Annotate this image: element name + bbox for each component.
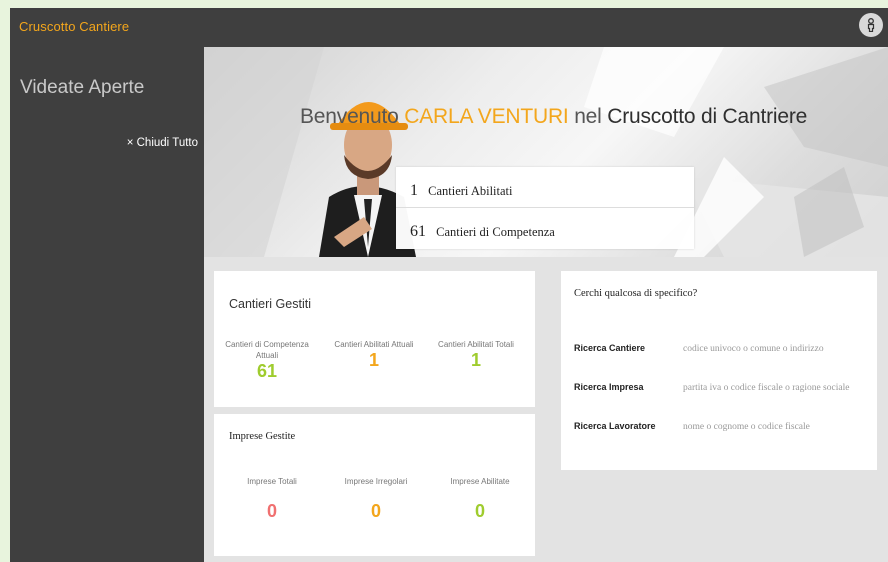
metric-value: 0	[266, 501, 277, 521]
search-worker-input[interactable]	[683, 418, 863, 436]
top-bar: Cruscotto Cantiere	[10, 8, 888, 47]
card-title: Imprese Gestite	[229, 431, 296, 442]
stat-row-enabled-sites[interactable]: 1 Cantieri Abilitati	[396, 182, 694, 200]
welcome-prefix: Benvenuto	[300, 105, 399, 128]
welcome-heading: Benvenuto CARLA VENTURI nel Cruscotto di…	[300, 105, 807, 129]
divider	[396, 207, 694, 208]
welcome-banner: Benvenuto CARLA VENTURI nel Cruscotto di…	[204, 47, 888, 257]
search-row-company: Ricerca Impresa	[574, 379, 874, 397]
user-name: CARLA VENTURI	[404, 105, 569, 128]
sidebar: Videate Aperte × Chiudi Tutto	[10, 47, 204, 562]
dashboard-panels: Cantieri Gestiti Cantieri di Competenza …	[204, 257, 888, 562]
managed-sites-card: Cantieri Gestiti Cantieri di Competenza …	[214, 271, 535, 407]
search-label: Ricerca Impresa	[574, 382, 644, 392]
metric-competence-current[interactable]: Cantieri di Competenza Attuali 61	[217, 339, 317, 382]
metric-label: Cantieri di Competenza Attuali	[225, 340, 309, 360]
metric-value: 0	[370, 501, 381, 521]
right-column: Cerchi qualcosa di specifico? Ricerca Ca…	[546, 257, 888, 488]
search-question: Cerchi qualcosa di specifico?	[574, 288, 698, 299]
user-menu-button[interactable]	[859, 13, 883, 37]
metric-value: 61	[256, 361, 278, 381]
app-title[interactable]: Cruscotto Cantiere	[19, 19, 129, 34]
search-card: Cerchi qualcosa di specifico? Ricerca Ca…	[561, 271, 877, 470]
stat-label: Cantieri di Competenza	[436, 225, 555, 239]
metric-label: Imprese Abilitate	[450, 477, 510, 486]
metric-value: 1	[470, 350, 481, 370]
dashboard-name: Cruscotto di Cantriere	[607, 105, 808, 128]
metric-label: Imprese Irregolari	[344, 477, 408, 486]
metric-label: Imprese Totali	[247, 477, 297, 486]
search-company-input[interactable]	[683, 379, 863, 397]
metric-value: 0	[474, 501, 485, 521]
metric-enabled-current[interactable]: Cantieri Abilitati Attuali 1	[324, 339, 424, 371]
left-column: Cantieri Gestiti Cantieri di Competenza …	[208, 257, 545, 562]
search-site-input[interactable]	[683, 340, 863, 358]
metric-label: Cantieri Abilitati Totali	[438, 340, 514, 349]
welcome-mid: nel	[574, 105, 602, 128]
app-window: Cruscotto Cantiere Videate Aperte × Chiu…	[10, 8, 888, 562]
open-views-title: Videate Aperte	[20, 77, 145, 98]
metric-enabled-total[interactable]: Cantieri Abilitati Totali 1	[426, 339, 526, 371]
metric-label: Cantieri Abilitati Attuali	[334, 340, 414, 349]
stat-value: 61	[410, 223, 426, 240]
search-label: Ricerca Cantiere	[574, 343, 646, 353]
stat-row-competence-sites[interactable]: 61 Cantieri di Competenza	[396, 223, 694, 241]
stat-label: Cantieri Abilitati	[428, 184, 513, 198]
metric-value: 1	[368, 350, 379, 370]
managed-companies-card: Imprese Gestite Imprese Totali 0 Imprese…	[214, 414, 535, 556]
metric-companies-total[interactable]: Imprese Totali 0	[222, 476, 322, 522]
metric-companies-enabled[interactable]: Imprese Abilitate 0	[430, 476, 530, 522]
stat-value: 1	[410, 182, 418, 199]
search-label: Ricerca Lavoratore	[574, 421, 656, 431]
search-row-worker: Ricerca Lavoratore	[574, 418, 874, 436]
search-row-site: Ricerca Cantiere	[574, 340, 874, 358]
close-all-button[interactable]: × Chiudi Tutto	[127, 137, 198, 149]
metric-companies-irregular[interactable]: Imprese Irregolari 0	[326, 476, 426, 522]
user-icon	[867, 18, 875, 32]
card-title: Cantieri Gestiti	[229, 297, 311, 311]
stats-summary-box: 1 Cantieri Abilitati 61 Cantieri di Comp…	[396, 167, 694, 249]
